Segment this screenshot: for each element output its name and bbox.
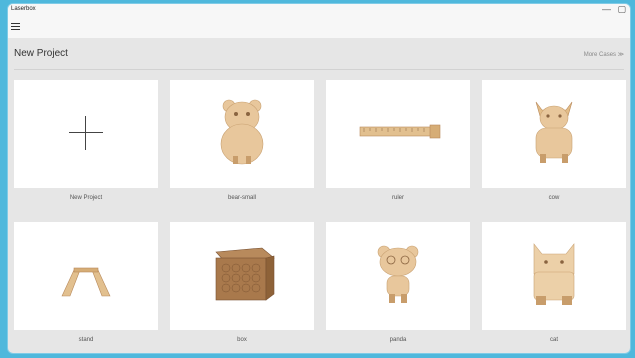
header-divider xyxy=(14,69,624,70)
plus-icon xyxy=(69,116,103,150)
project-label: ruler xyxy=(391,195,404,201)
project-label: box xyxy=(237,337,247,343)
title-bar: Laserbox — ▢ xyxy=(8,4,630,38)
more-cases-link[interactable]: More Cases ≫ xyxy=(584,51,624,58)
bear-image xyxy=(220,99,264,165)
new-project-card[interactable] xyxy=(14,80,158,188)
project-label: cat xyxy=(549,337,558,343)
project-card-box[interactable] xyxy=(170,222,314,330)
minimize-button[interactable]: — xyxy=(602,4,611,14)
hamburger-menu-icon[interactable] xyxy=(11,23,20,31)
restore-button[interactable]: ▢ xyxy=(617,4,626,14)
project-label: stand xyxy=(78,337,94,343)
cow-image xyxy=(535,101,573,163)
project-label: cow xyxy=(548,195,560,201)
panda-image xyxy=(377,245,419,303)
stand-image xyxy=(61,267,111,297)
project-card-stand[interactable] xyxy=(14,222,158,330)
project-card-bear-small[interactable] xyxy=(170,80,314,188)
project-label: bear-small xyxy=(227,195,256,201)
page-title: New Project xyxy=(14,48,68,59)
app-window: Laserbox — ▢ New Project More Cases ≫ Ne… xyxy=(7,3,631,354)
page-header: New Project More Cases ≫ xyxy=(8,42,630,72)
project-card-panda[interactable] xyxy=(326,222,470,330)
project-card-cow[interactable] xyxy=(482,80,626,188)
project-label: panda xyxy=(389,337,407,343)
cat-image xyxy=(533,243,575,305)
window-controls: — ▢ xyxy=(598,4,626,15)
project-card-cat[interactable] xyxy=(482,222,626,330)
ruler-image xyxy=(359,124,441,139)
app-title: Laserbox xyxy=(11,6,36,12)
project-card-ruler[interactable] xyxy=(326,80,470,188)
project-label: New Project xyxy=(69,195,103,201)
box-image xyxy=(215,247,275,301)
